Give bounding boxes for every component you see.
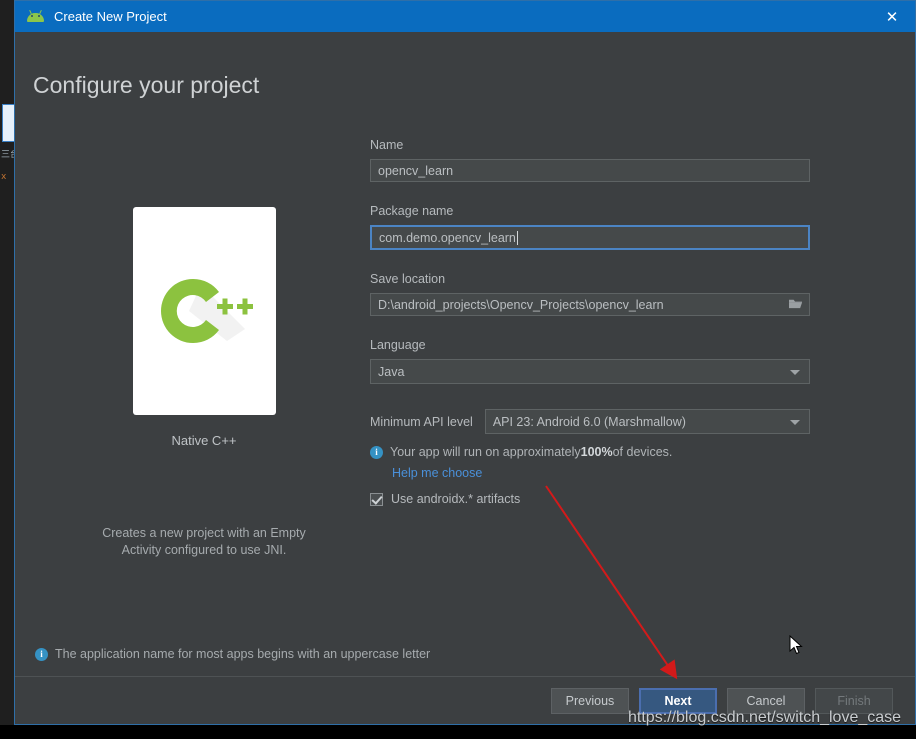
androidx-checkbox-row[interactable]: Use androidx.* artifacts bbox=[370, 492, 810, 506]
device-coverage-info: i Your app will run on approximately 100… bbox=[370, 445, 810, 459]
language-value: Java bbox=[378, 364, 405, 379]
create-new-project-dialog: Create New Project ✕ Configure your proj… bbox=[14, 0, 916, 725]
info-icon: i bbox=[35, 647, 48, 661]
device-coverage-suffix: of devices. bbox=[612, 445, 673, 459]
androidx-checkbox[interactable] bbox=[370, 492, 383, 506]
project-config-form: Name opencv_learn Package name com.demo.… bbox=[370, 138, 810, 506]
device-coverage-percent: 100% bbox=[580, 445, 613, 459]
chevron-down-icon bbox=[790, 369, 800, 375]
device-coverage-prefix: Your app will run on approximately bbox=[390, 445, 581, 459]
save-location-label: Save location bbox=[370, 272, 446, 286]
dialog-body: Configure your project Native C++ Create… bbox=[15, 32, 915, 724]
footer-info-text: The application name for most apps begin… bbox=[55, 647, 431, 661]
help-me-choose-link[interactable]: Help me choose bbox=[392, 466, 810, 480]
min-api-select[interactable]: API 23: Android 6.0 (Marshmallow) bbox=[484, 409, 810, 434]
dialog-title: Create New Project bbox=[54, 9, 167, 24]
save-location-input[interactable]: D:\android_projects\Opencv_Projects\open… bbox=[370, 293, 810, 316]
close-icon[interactable]: ✕ bbox=[869, 1, 915, 32]
previous-button[interactable]: Previous bbox=[551, 687, 629, 714]
androidx-label: Use androidx.* artifacts bbox=[391, 492, 521, 506]
language-label: Language bbox=[370, 338, 426, 352]
template-preview-card[interactable] bbox=[132, 207, 276, 415]
package-name-input[interactable]: com.demo.opencv_learn bbox=[370, 225, 810, 250]
footer-info-message: i The application name for most apps beg… bbox=[35, 647, 430, 661]
package-name-label: Package name bbox=[370, 204, 454, 218]
watermark-url: https://blog.csdn.net/switch_love_case bbox=[628, 709, 902, 726]
background-bottom-bar bbox=[0, 725, 916, 739]
name-label: Name bbox=[370, 138, 404, 152]
info-icon: i bbox=[370, 445, 383, 459]
package-name-value: com.demo.opencv_learn bbox=[379, 230, 516, 245]
min-api-label: Minimum API level bbox=[370, 414, 473, 429]
page-title: Configure your project bbox=[33, 72, 260, 98]
language-select[interactable]: Java bbox=[370, 359, 810, 384]
min-api-row: Minimum API level API 23: Android 6.0 (M… bbox=[370, 409, 810, 434]
template-description: Creates a new project with an Empty Acti… bbox=[102, 526, 306, 557]
dialog-titlebar: Create New Project ✕ bbox=[15, 1, 915, 32]
template-name-label: Native C++ bbox=[171, 433, 237, 448]
min-api-value: API 23: Android 6.0 (Marshmallow) bbox=[492, 414, 686, 429]
cpp-logo-icon bbox=[161, 278, 253, 344]
android-robot-icon bbox=[27, 9, 44, 22]
folder-icon[interactable] bbox=[788, 297, 803, 310]
background-left-glyph: 三台 bbox=[1, 150, 15, 160]
chevron-down-icon bbox=[790, 419, 800, 425]
name-input[interactable]: opencv_learn bbox=[370, 159, 810, 182]
text-caret bbox=[516, 230, 518, 245]
template-preview-column: Native C++ Creates a new project with an… bbox=[63, 207, 345, 559]
background-left-glyph: x bbox=[1, 172, 7, 182]
